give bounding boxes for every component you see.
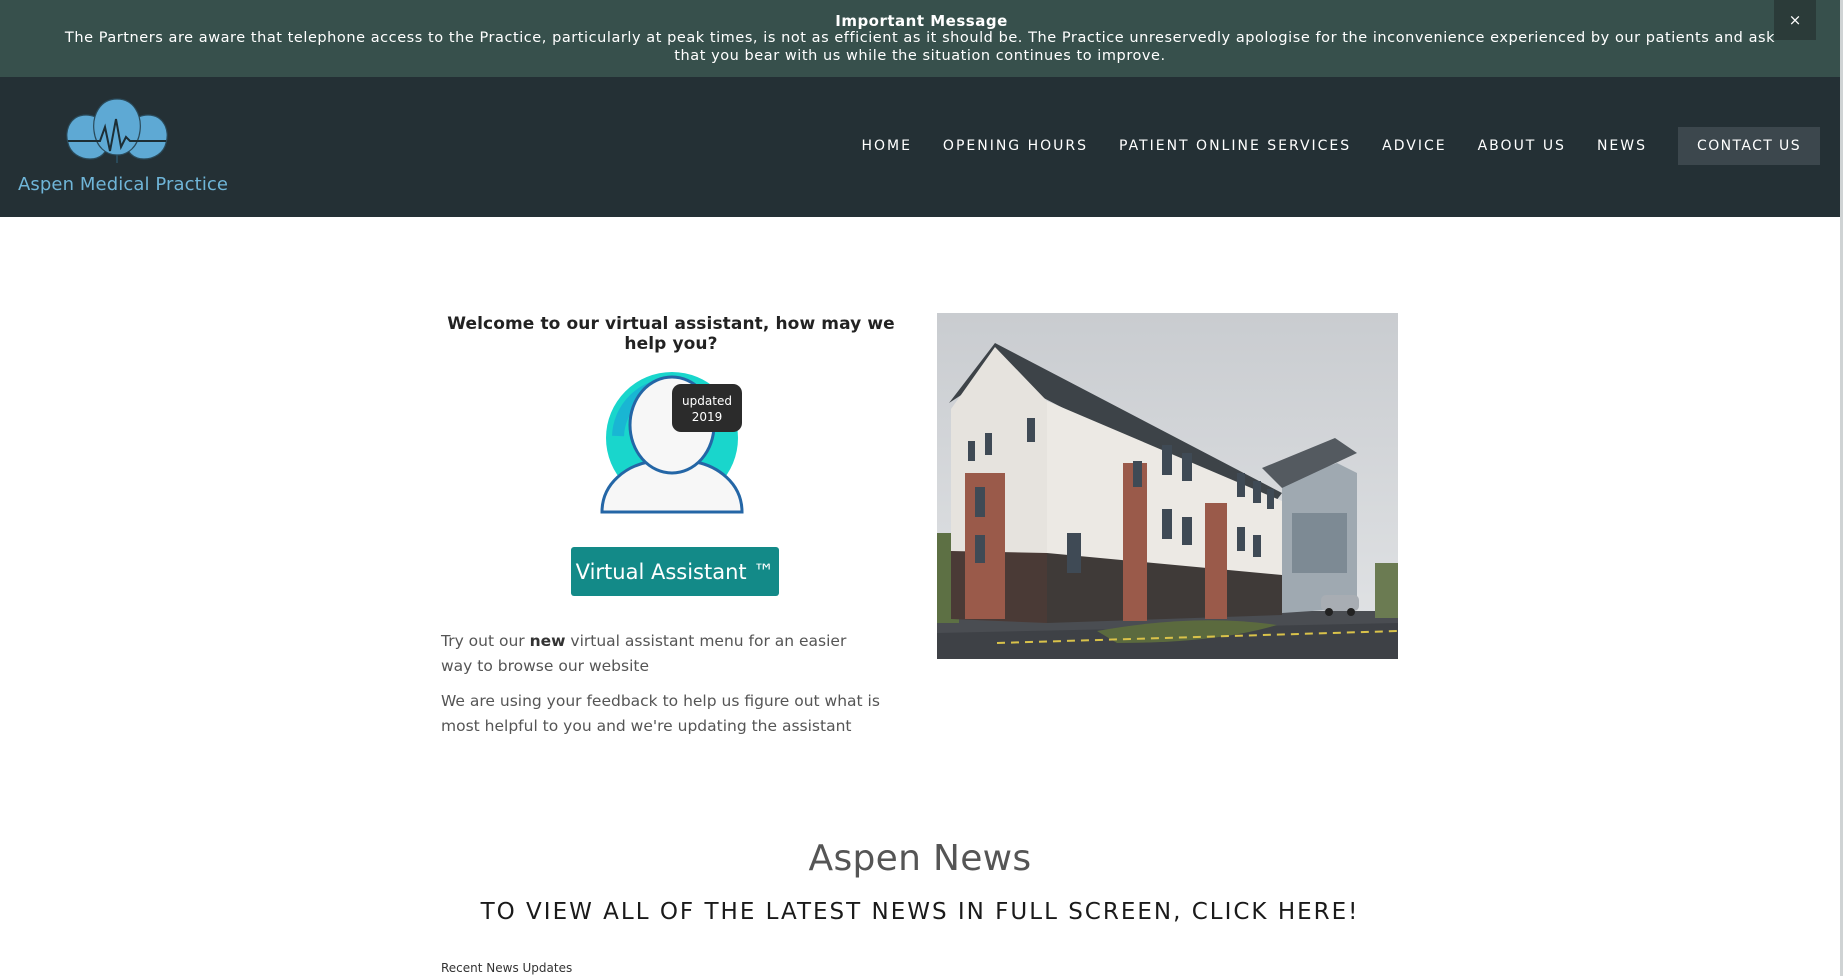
site-header: Aspen Medical Practice HOME OPENING HOUR… [0, 77, 1840, 217]
nav-opening-hours[interactable]: OPENING HOURS [943, 138, 1088, 154]
assistant-intro-text: Try out our new virtual assistant menu f… [441, 629, 881, 679]
avatar-badge-line1: updated [682, 394, 732, 408]
intro-text-bold: new [529, 632, 566, 650]
virtual-assistant-button[interactable]: Virtual Assistant ™ [571, 547, 779, 596]
view-all-news-link[interactable]: TO VIEW ALL OF THE LATEST NEWS IN FULL S… [0, 899, 1840, 925]
brand-name: Aspen Medical Practice [18, 174, 229, 195]
nav-about-us[interactable]: ABOUT US [1478, 138, 1566, 154]
news-section-title: Aspen News [808, 838, 1032, 879]
nav-advice[interactable]: ADVICE [1382, 138, 1446, 154]
main-navigation: HOME OPENING HOURS PATIENT ONLINE SERVIC… [830, 127, 1820, 165]
nav-patient-online-services[interactable]: PATIENT ONLINE SERVICES [1119, 138, 1351, 154]
assistant-feedback-text: We are using your feedback to help us fi… [441, 692, 880, 735]
assistant-avatar-icon[interactable]: updated 2019 [600, 370, 745, 515]
recent-news-label: Recent News Updates [441, 961, 573, 975]
practice-building-photo [937, 313, 1398, 659]
avatar-badge-line2: 2019 [692, 410, 723, 424]
assistant-heading: Welcome to our virtual assistant, how ma… [447, 314, 895, 354]
announcement-bar: Important Message The Partners are aware… [0, 0, 1843, 77]
announcement-title: Important Message [835, 12, 1008, 30]
close-announcement-button[interactable]: × [1774, 0, 1816, 40]
contact-us-button[interactable]: CONTACT US [1678, 127, 1820, 165]
announcement-text: The Partners are aware that telephone ac… [64, 30, 1776, 64]
aspen-leaves-icon [66, 98, 168, 163]
nav-news[interactable]: NEWS [1597, 138, 1647, 154]
site-logo[interactable]: Aspen Medical Practice [18, 97, 238, 202]
intro-text-start: Try out our [441, 632, 530, 650]
nav-home[interactable]: HOME [861, 138, 911, 154]
